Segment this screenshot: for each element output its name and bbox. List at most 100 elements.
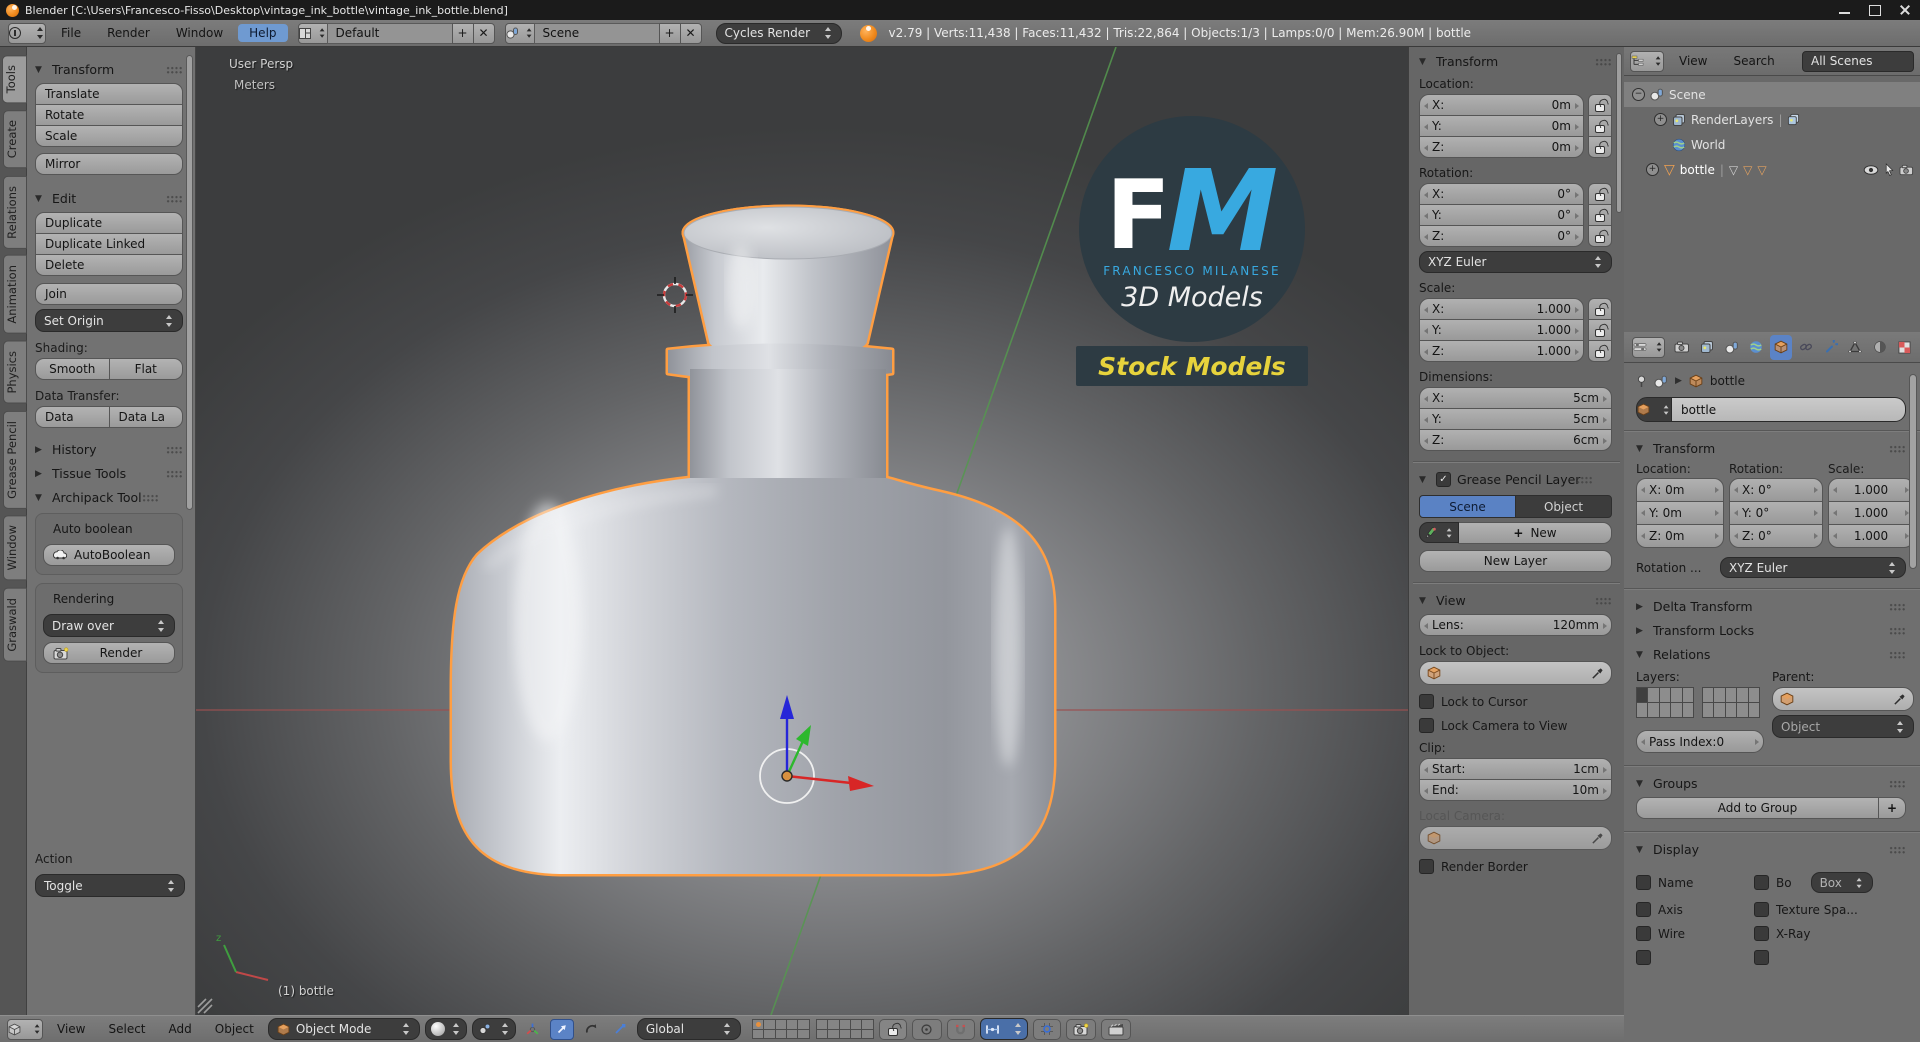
tab-graswald[interactable]: Graswald bbox=[3, 587, 27, 662]
tab-relations[interactable]: Relations bbox=[3, 175, 27, 249]
screen-layout-icon-button[interactable] bbox=[297, 22, 328, 44]
layers-grid-left[interactable] bbox=[1636, 687, 1694, 718]
location-z-field[interactable]: Z: 0m bbox=[1419, 136, 1584, 158]
collapse-icon[interactable]: − bbox=[1632, 88, 1645, 101]
lock-location-x-button[interactable] bbox=[1588, 94, 1612, 116]
editor-type-info-button[interactable] bbox=[8, 22, 46, 44]
expand-icon[interactable]: + bbox=[1654, 113, 1667, 126]
outliner-row-scene[interactable]: − Scene bbox=[1624, 82, 1920, 107]
pr-rotation-z[interactable]: Z: 0° bbox=[1729, 524, 1823, 548]
gp-scene-tab[interactable]: Scene bbox=[1419, 495, 1516, 518]
scene-icon-button[interactable] bbox=[504, 22, 535, 44]
transform-locks-header[interactable]: ▶ Transform Locks bbox=[1636, 623, 1906, 638]
panel-grip-icon[interactable] bbox=[1595, 596, 1612, 605]
close-button[interactable] bbox=[1890, 0, 1920, 20]
clip-end-field[interactable]: End: 10m bbox=[1419, 779, 1612, 801]
lock-to-scene-button[interactable] bbox=[878, 1018, 907, 1040]
panel-grip-icon[interactable] bbox=[1889, 845, 1906, 854]
parent-type-dropdown[interactable]: Object bbox=[1772, 715, 1914, 738]
dimension-z-field[interactable]: Z: 6cm bbox=[1419, 429, 1612, 451]
join-button[interactable]: Join bbox=[35, 283, 183, 305]
object-id-dropdown[interactable] bbox=[1636, 397, 1672, 422]
lock-location-y-button[interactable] bbox=[1588, 115, 1612, 137]
lock-scale-z-button[interactable] bbox=[1588, 340, 1612, 362]
display-bounds-checkbox[interactable] bbox=[1754, 875, 1769, 890]
np-view-header[interactable]: ▼ View bbox=[1419, 593, 1612, 608]
add-screen-layout-button[interactable]: + bbox=[451, 22, 474, 44]
pr-scale-x[interactable]: 1.000 bbox=[1828, 478, 1914, 502]
panel-grip-icon[interactable] bbox=[1595, 57, 1612, 66]
lock-rotation-z-button[interactable] bbox=[1588, 225, 1612, 247]
history-panel-header[interactable]: ▶ History bbox=[35, 442, 183, 457]
transform-panel-header[interactable]: ▼ Transform bbox=[35, 62, 183, 77]
data-button[interactable]: Data bbox=[35, 406, 110, 428]
opengl-animation-button[interactable] bbox=[1100, 1018, 1131, 1040]
rotate-manipulator-button[interactable] bbox=[579, 1019, 603, 1040]
tab-tools[interactable]: Tools bbox=[2, 55, 27, 104]
scale-y-field[interactable]: Y: 1.000 bbox=[1419, 319, 1584, 341]
pr-rotation-y[interactable]: Y: 0° bbox=[1729, 501, 1823, 525]
panel-grip-icon[interactable] bbox=[1889, 650, 1906, 659]
rotation-x-field[interactable]: X: 0° bbox=[1419, 183, 1584, 205]
display-extra-checkbox[interactable] bbox=[1754, 950, 1769, 965]
viewport-3d[interactable]: z User Persp Meters (1) bottle F M FRANC… bbox=[196, 47, 1624, 1015]
lock-to-object-field[interactable] bbox=[1419, 661, 1612, 685]
lock-camera-checkbox[interactable] bbox=[1419, 718, 1434, 733]
outliner-row-world[interactable]: World bbox=[1624, 132, 1920, 157]
location-x-field[interactable]: X: 0m bbox=[1419, 94, 1584, 116]
scale-button[interactable]: Scale bbox=[35, 125, 183, 147]
tab-animation[interactable]: Animation bbox=[3, 255, 27, 335]
pr-location-x[interactable]: X: 0m bbox=[1636, 478, 1724, 502]
viewport-menu-view[interactable]: View bbox=[48, 1022, 94, 1036]
rotation-z-field[interactable]: Z: 0° bbox=[1419, 225, 1584, 247]
display-wire-checkbox[interactable] bbox=[1636, 926, 1651, 941]
viewport-menu-object[interactable]: Object bbox=[206, 1022, 263, 1036]
render-engine-dropdown[interactable]: Cycles Render bbox=[715, 22, 842, 44]
interaction-mode-dropdown[interactable]: Object Mode bbox=[267, 1018, 420, 1040]
panel-grip-icon[interactable] bbox=[1889, 779, 1906, 788]
n-panel-scrollbar[interactable] bbox=[1616, 53, 1622, 213]
pr-scale-z[interactable]: 1.000 bbox=[1828, 524, 1914, 548]
scale-z-field[interactable]: Z: 1.000 bbox=[1419, 340, 1584, 362]
duplicate-linked-button[interactable]: Duplicate Linked bbox=[35, 233, 183, 255]
transform-orientation-dropdown[interactable]: Global bbox=[636, 1018, 741, 1040]
panel-grip-icon[interactable] bbox=[166, 469, 183, 478]
layers-grid-right[interactable] bbox=[1702, 687, 1760, 718]
tab-world[interactable] bbox=[1745, 335, 1768, 360]
pass-index-field[interactable]: Pass Index:0 bbox=[1636, 730, 1764, 753]
renderability-camera-icon[interactable] bbox=[1899, 164, 1914, 176]
menu-file[interactable]: File bbox=[50, 26, 92, 40]
autoboolean-button[interactable]: AutoBoolean bbox=[43, 544, 175, 566]
tab-render[interactable] bbox=[1671, 335, 1694, 360]
pr-rotation-mode-dropdown[interactable]: XYZ Euler bbox=[1720, 557, 1906, 578]
dimension-y-field[interactable]: Y: 5cm bbox=[1419, 408, 1612, 430]
outliner-menu-search[interactable]: Search bbox=[1722, 54, 1785, 68]
layers-grid-right[interactable] bbox=[815, 1019, 874, 1039]
visibility-eye-icon[interactable] bbox=[1863, 164, 1879, 175]
panel-grip-icon[interactable] bbox=[1889, 626, 1906, 635]
translate-button[interactable]: Translate bbox=[35, 83, 183, 105]
viewport-shading-dropdown[interactable] bbox=[424, 1018, 467, 1040]
add-group-plus-button[interactable]: + bbox=[1878, 797, 1906, 819]
pr-location-y[interactable]: Y: 0m bbox=[1636, 501, 1724, 525]
gp-new-button[interactable]: + New bbox=[1458, 522, 1612, 544]
screen-layout-name-field[interactable]: Default bbox=[326, 22, 453, 44]
draw-over-dropdown[interactable]: Draw over bbox=[43, 614, 175, 637]
proportional-edit-dropdown[interactable] bbox=[911, 1018, 942, 1040]
editor-type-button[interactable] bbox=[7, 1018, 43, 1040]
outliner-row-bottle[interactable]: + ▽ bottle | ▽ ▽ ▽ bbox=[1624, 157, 1920, 182]
outliner-filter-dropdown[interactable]: All Scenes bbox=[1802, 50, 1914, 72]
archipack-panel-header[interactable]: ▼ Archipack Tool bbox=[35, 490, 183, 505]
outliner-display-mode-button[interactable] bbox=[1630, 50, 1664, 72]
panel-grip-icon[interactable] bbox=[141, 493, 159, 502]
minimize-button[interactable] bbox=[1830, 0, 1860, 20]
tab-object-data[interactable] bbox=[1844, 335, 1867, 360]
tab-render-layers[interactable] bbox=[1696, 335, 1719, 360]
selectability-cursor-icon[interactable] bbox=[1884, 163, 1894, 176]
snap-toggle-button[interactable] bbox=[946, 1018, 975, 1040]
tab-texture[interactable] bbox=[1893, 335, 1916, 360]
object-cube-icon[interactable] bbox=[1689, 374, 1703, 388]
snap-target-button[interactable] bbox=[1032, 1018, 1061, 1040]
pr-location-z[interactable]: Z: 0m bbox=[1636, 524, 1724, 548]
layer-cell-active[interactable] bbox=[1637, 688, 1648, 702]
